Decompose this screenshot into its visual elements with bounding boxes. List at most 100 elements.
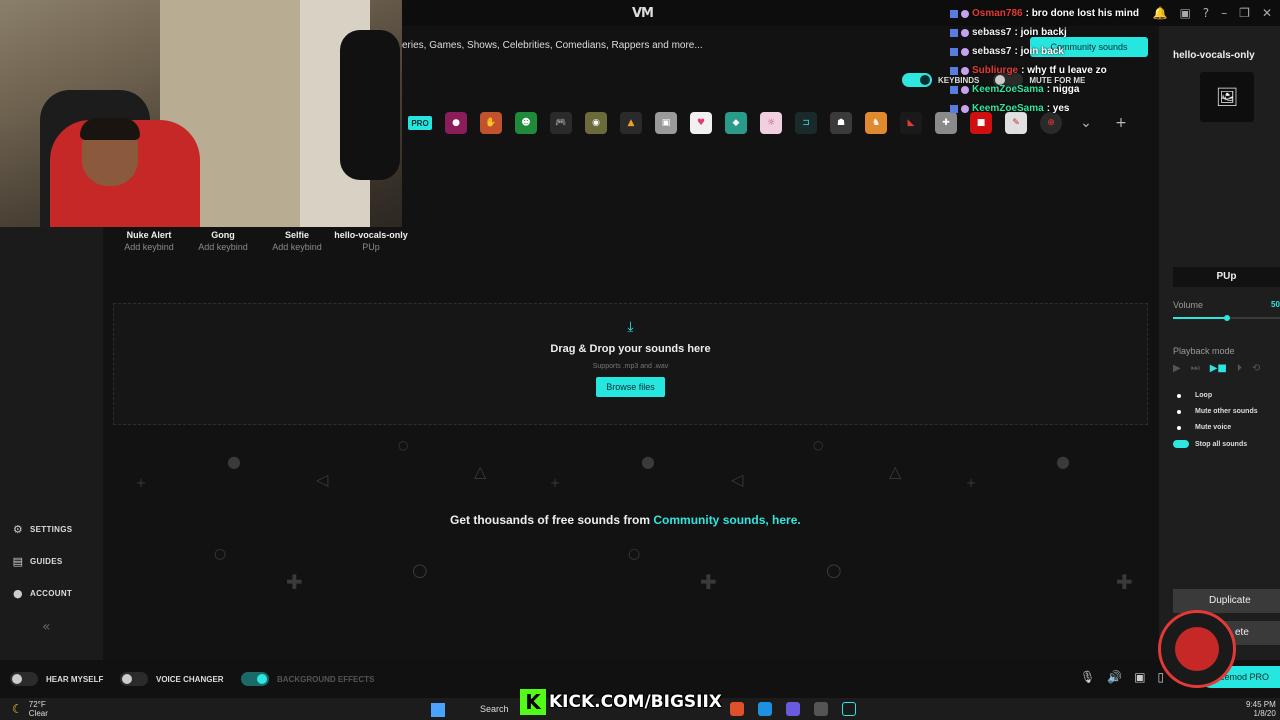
category-icon[interactable]: ◣: [900, 112, 922, 134]
category-icon[interactable]: ▣: [655, 112, 677, 134]
sound-grid: Nuke Alert Add keybind Gong Add keybind …: [112, 230, 408, 253]
taskbar-clock[interactable]: 9:45 PM 1/8/20: [1246, 700, 1276, 718]
speaker-icon[interactable]: 🔊: [1107, 670, 1122, 684]
category-icon[interactable]: ▲: [620, 112, 642, 134]
hear-myself-toggle[interactable]: [10, 672, 38, 686]
badge-icon: [950, 85, 958, 94]
play-next-icon[interactable]: ⏭: [1191, 363, 1200, 374]
chat-text: : why tf u leave zo: [1021, 65, 1107, 76]
sound-button[interactable]: Nuke Alert Add keybind: [112, 230, 186, 253]
voicemod-icon[interactable]: [842, 702, 856, 716]
volume-slider-fill: [1173, 317, 1227, 319]
chat-message: sebass7: join back: [950, 42, 1139, 61]
plus-shape: ✚: [286, 570, 303, 594]
keybinds-toggle[interactable]: [902, 73, 932, 87]
sound-keybind[interactable]: PUp: [334, 241, 408, 253]
category-icon[interactable]: 🎮: [550, 112, 572, 134]
sound-button[interactable]: Gong Add keybind: [186, 230, 260, 253]
circle-shape: ●: [641, 452, 655, 471]
nav-account[interactable]: ● ACCOUNT: [12, 587, 72, 600]
weather-widget[interactable]: ☾ 72°F Clear: [12, 700, 48, 718]
chat-user: Osman786: [972, 8, 1023, 19]
sound-button[interactable]: Selfie Add keybind: [260, 230, 334, 253]
category-icon[interactable]: ●: [445, 112, 467, 134]
stop-all-option[interactable]: Stop all sounds: [1173, 440, 1247, 448]
browse-files-button[interactable]: Browse files: [596, 377, 665, 397]
nav-guides[interactable]: ▤ GUIDES: [12, 555, 63, 568]
play-overlap-icon[interactable]: ⏵: [1237, 363, 1242, 374]
triangle-shape: ◁: [731, 470, 744, 489]
category-icon[interactable]: ☗: [830, 112, 852, 134]
circle-shape: ●: [1056, 452, 1070, 471]
sound-keybind[interactable]: Add keybind: [186, 241, 260, 253]
community-promo: Get thousands of free sounds from Commun…: [450, 513, 801, 527]
category-pro[interactable]: PRO: [408, 116, 432, 130]
audio-controls: 🎙 🔊 ▣ ▯: [1080, 670, 1164, 684]
phone-icon[interactable]: ▯: [1158, 670, 1165, 684]
edge-icon[interactable]: [758, 702, 772, 716]
taskbar-search[interactable]: Search: [458, 701, 518, 717]
drop-zone-title: Drag & Drop your sounds here: [550, 343, 711, 355]
background-effects-control[interactable]: BACKGROUND EFFECTS: [241, 672, 374, 686]
category-icon[interactable]: ◆: [725, 112, 747, 134]
drop-zone[interactable]: ⤓ Drag & Drop your sounds here Supports …: [113, 303, 1148, 425]
volume-slider-knob[interactable]: [1224, 315, 1230, 321]
sound-name: Selfie: [284, 230, 309, 240]
mute-other-radio[interactable]: [1177, 409, 1181, 414]
chat-user: Subliurge: [972, 65, 1019, 76]
nav-settings[interactable]: ⚙ SETTINGS: [12, 523, 72, 536]
category-icon[interactable]: ☼: [760, 112, 782, 134]
loop-option[interactable]: Loop: [1173, 392, 1212, 399]
notification-icon[interactable]: 🔔: [1153, 6, 1168, 20]
voice-changer-toggle[interactable]: [120, 672, 148, 686]
minimize-tray-icon[interactable]: ▣: [1179, 6, 1190, 20]
category-icon[interactable]: ◉: [585, 112, 607, 134]
help-icon[interactable]: ?: [1203, 6, 1209, 20]
nav-guides-label: GUIDES: [30, 557, 63, 566]
sound-button[interactable]: hello-vocals-only PUp: [334, 230, 408, 253]
play-loop-icon[interactable]: ⟲: [1252, 363, 1260, 374]
circle-shape: ●: [227, 452, 241, 471]
hear-myself-label: HEAR MYSELF: [46, 674, 104, 684]
chat-text: : join backj: [1014, 27, 1067, 38]
play-stop-icon[interactable]: ▶■: [1210, 363, 1227, 374]
category-icon[interactable]: ♞: [865, 112, 887, 134]
add-image-icon[interactable]: 🖼: [1200, 72, 1254, 122]
maximize-icon[interactable]: ❐: [1239, 6, 1250, 20]
loop-radio[interactable]: [1177, 393, 1181, 398]
community-sounds-link[interactable]: Community sounds, here.: [653, 513, 800, 527]
sound-keybind[interactable]: Add keybind: [112, 241, 186, 253]
volume-slider[interactable]: [1173, 315, 1280, 321]
category-icon[interactable]: ♥: [690, 112, 712, 134]
mute-other-option[interactable]: Mute other sounds: [1173, 408, 1258, 415]
category-icon[interactable]: ⊐: [795, 112, 817, 134]
captions-icon[interactable]: ▣: [1134, 670, 1145, 684]
search-input[interactable]: eries, Games, Shows, Celebrities, Comedi…: [402, 36, 1042, 56]
windows-start-icon[interactable]: [431, 703, 445, 717]
selected-sound-title[interactable]: hello-vocals-only: [1173, 50, 1255, 61]
nav-account-label: ACCOUNT: [30, 589, 73, 598]
discord-icon[interactable]: [786, 702, 800, 716]
badge-icon: [950, 66, 958, 75]
background-effects-toggle[interactable]: [241, 672, 269, 686]
webcam-hair: [80, 118, 140, 140]
voice-changer-control[interactable]: VOICE CHANGER: [120, 672, 224, 686]
weather-temp: 72°F: [28, 700, 46, 709]
duplicate-button[interactable]: Duplicate: [1173, 589, 1280, 613]
sound-keybind[interactable]: Add keybind: [260, 241, 334, 253]
microphone-icon[interactable]: 🎙: [1080, 670, 1095, 684]
mute-voice-radio[interactable]: [1177, 425, 1181, 430]
collapse-sidebar-icon[interactable]: «: [42, 619, 51, 635]
minimize-icon[interactable]: –: [1221, 6, 1227, 20]
category-icon[interactable]: ☻: [515, 112, 537, 134]
close-icon[interactable]: ✕: [1262, 6, 1272, 20]
stop-all-toggle[interactable]: [1173, 440, 1189, 448]
mute-voice-option[interactable]: Mute voice: [1173, 424, 1231, 431]
keybind-field[interactable]: PUp: [1173, 267, 1280, 287]
duplicate-label: Duplicate: [1209, 595, 1251, 606]
category-icon[interactable]: ✋: [480, 112, 502, 134]
play-once-icon[interactable]: ▶: [1173, 363, 1181, 374]
hear-myself-control[interactable]: HEAR MYSELF: [10, 672, 103, 686]
chrome-icon[interactable]: [730, 702, 744, 716]
obs-icon[interactable]: [814, 702, 828, 716]
